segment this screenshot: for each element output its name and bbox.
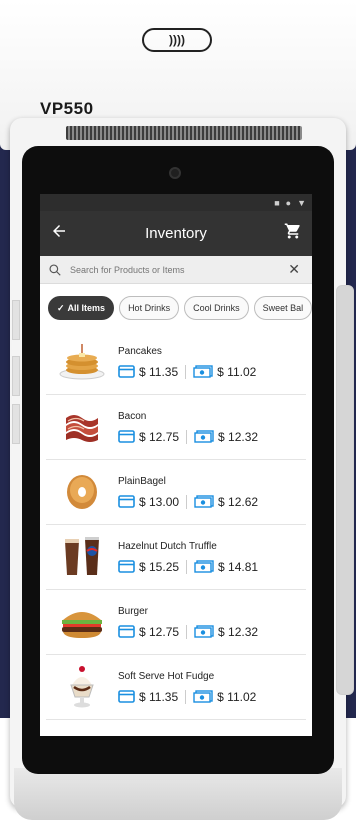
price-divider — [186, 624, 188, 639]
chip-label: Hot Drinks — [128, 303, 171, 313]
list-item[interactable]: Pancakes $ 11.35 $ 11.02 — [46, 330, 306, 395]
cash-icon — [193, 365, 213, 378]
arrow-left-icon[interactable] — [50, 222, 80, 246]
cash-price: $ 11.02 — [217, 689, 257, 704]
card-price: $ 11.35 — [139, 364, 179, 379]
item-name: Hazelnut Dutch Truffle — [118, 540, 217, 552]
credit-card-icon — [118, 690, 135, 703]
pancakes-image — [46, 337, 118, 387]
cash-price: $ 11.02 — [217, 364, 257, 379]
chip-label: All Items — [67, 303, 106, 313]
printer-grille — [66, 126, 302, 140]
price-divider — [185, 689, 187, 704]
card-price: $ 13.00 — [139, 494, 180, 509]
bacon-image — [46, 402, 118, 452]
burger-image — [46, 597, 118, 647]
item-name: PlainBagel — [118, 475, 166, 487]
list-item[interactable]: PlainBagel $ 13.00 $ 12.62 — [46, 460, 306, 525]
chip-label: Cool Drinks — [193, 303, 240, 313]
chip-cool-drinks[interactable]: Cool Drinks — [184, 296, 249, 320]
cash-icon — [194, 625, 214, 638]
side-button — [12, 356, 20, 396]
card-price: $ 11.35 — [139, 689, 179, 704]
price-divider — [185, 364, 187, 379]
credit-card-icon — [118, 430, 135, 443]
item-name: Bacon — [118, 410, 147, 422]
item-name: Burger — [118, 605, 149, 617]
bagel-image — [46, 467, 118, 517]
triangle-icon: ▼ — [297, 197, 306, 208]
side-handle — [336, 285, 354, 695]
list-item[interactable]: Burger $ 12.75 $ 12.32 — [46, 590, 306, 655]
item-name: Pancakes — [118, 345, 162, 357]
list-item[interactable]: Bacon $ 12.75 $ 12.32 — [46, 395, 306, 460]
cash-icon — [194, 495, 214, 508]
price-divider — [186, 559, 188, 574]
sundae-image — [46, 662, 118, 712]
app-bar: Inventory — [40, 211, 312, 256]
chip-label: Sweet Bal — [262, 303, 304, 313]
status-bar: ■ ● ▼ — [40, 194, 312, 211]
circle-icon: ● — [285, 197, 292, 208]
chip-hot-drinks[interactable]: Hot Drinks — [119, 296, 180, 320]
contactless-icon: )))) — [142, 28, 212, 52]
check-icon: ✓ — [57, 302, 65, 313]
card-price: $ 12.75 — [139, 429, 180, 444]
credit-card-icon — [118, 625, 135, 638]
page-title: Inventory — [145, 225, 207, 242]
square-icon: ■ — [274, 197, 280, 208]
side-button — [12, 404, 20, 444]
cash-price: $ 12.32 — [218, 624, 259, 639]
device-base — [14, 768, 342, 820]
inventory-list: Pancakes $ 11.35 $ 11.02 Bacon $ 12.75 $… — [40, 330, 312, 720]
cash-price: $ 14.81 — [218, 559, 259, 574]
search-icon — [49, 263, 61, 276]
item-name: Soft Serve Hot Fudge — [118, 670, 215, 682]
price-divider — [186, 494, 188, 509]
cash-icon — [194, 560, 214, 573]
credit-card-icon — [118, 495, 135, 508]
cash-price: $ 12.32 — [218, 429, 259, 444]
search-bar: ✕ — [40, 256, 312, 284]
cart-icon[interactable] — [272, 222, 302, 245]
list-item[interactable]: Soft Serve Hot Fudge $ 11.35 $ 11.02 — [46, 655, 306, 720]
list-item[interactable]: Hazelnut Dutch Truffle $ 15.25 $ 14.81 — [46, 525, 306, 590]
chip-sweet-bakery[interactable]: Sweet Bal — [253, 296, 312, 320]
device-model-label: VP550 — [40, 99, 94, 118]
side-button — [12, 300, 20, 340]
close-icon[interactable]: ✕ — [284, 261, 304, 278]
app-screen: ■ ● ▼ Inventory ✕ ✓ All Items Hot Drinks… — [40, 194, 312, 736]
price-divider — [186, 429, 188, 444]
cash-icon — [193, 690, 213, 703]
search-input[interactable] — [70, 264, 285, 275]
drinks-image — [46, 532, 118, 582]
chip-all-items[interactable]: ✓ All Items — [48, 296, 115, 320]
cash-price: $ 12.62 — [218, 494, 259, 509]
cash-icon — [194, 430, 214, 443]
card-price: $ 15.25 — [139, 559, 180, 574]
credit-card-icon — [118, 560, 135, 573]
category-chips: ✓ All Items Hot Drinks Cool Drinks Sweet… — [40, 284, 312, 330]
card-price: $ 12.75 — [139, 624, 180, 639]
credit-card-icon — [118, 365, 135, 378]
camera-icon — [169, 167, 181, 179]
